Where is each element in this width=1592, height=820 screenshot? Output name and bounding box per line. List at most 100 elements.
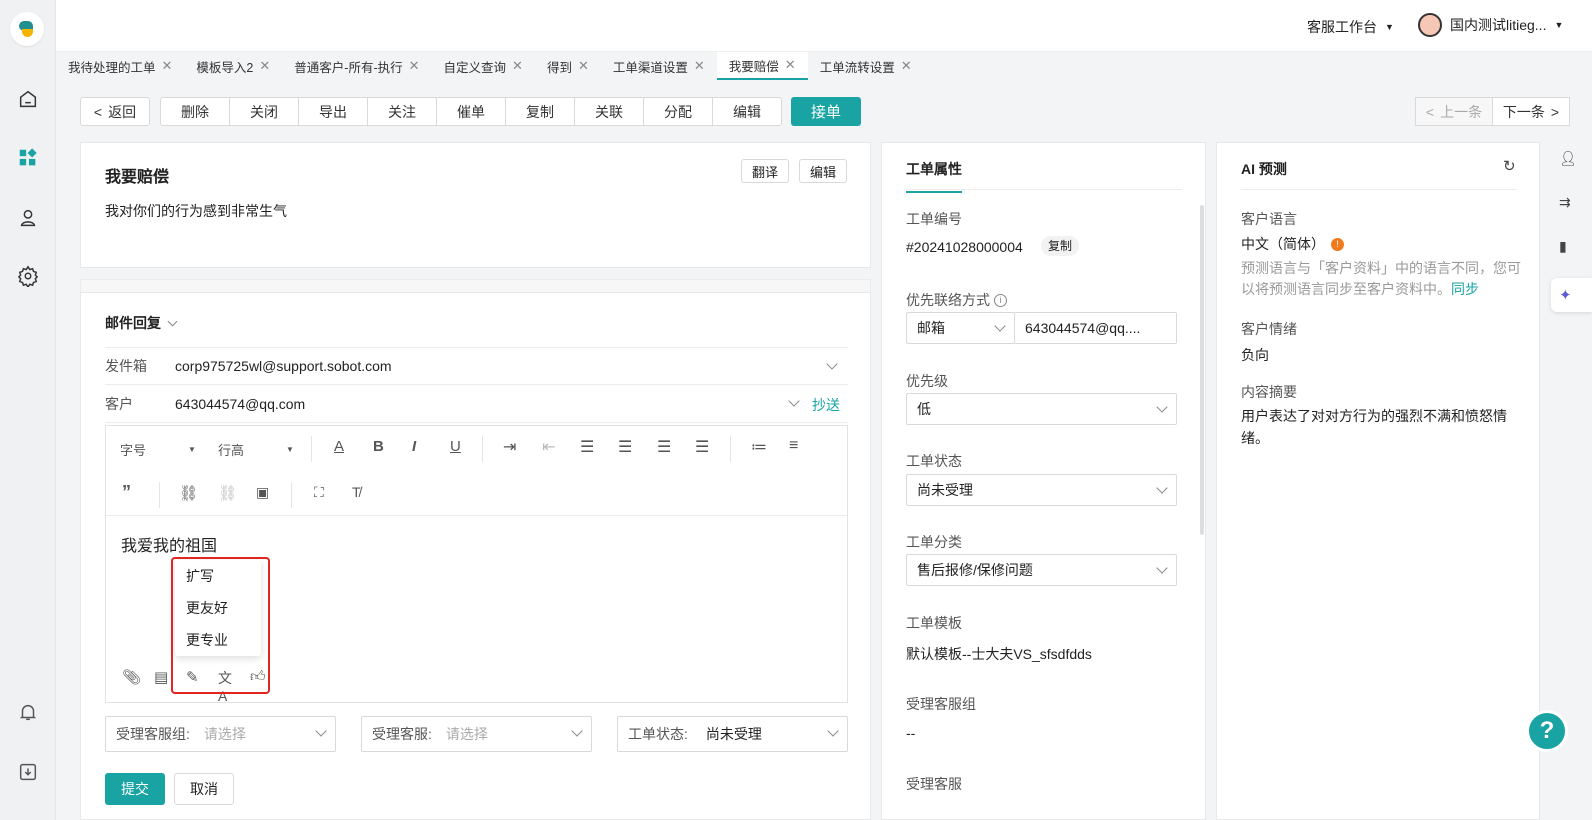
accept-button[interactable]: 接单 <box>791 97 861 126</box>
align-center-icon[interactable]: ☰ <box>618 437 632 457</box>
chevron-down-icon[interactable] <box>826 358 838 370</box>
link-icon[interactable]: ⛓ <box>179 484 198 502</box>
unlink-icon[interactable]: ⛓ <box>218 484 237 502</box>
close-button[interactable]: 关闭 <box>229 97 299 126</box>
ordered-list-icon[interactable]: ≡ <box>789 437 798 455</box>
line-height-select[interactable]: 行高 ▼ <box>218 440 294 459</box>
close-icon[interactable]: ✕ <box>578 58 589 74</box>
properties-panel: 工单属性 工单编号 #20241028000004 复制 优先联络方式 i 邮箱 … <box>881 142 1206 820</box>
attachment-icon[interactable]: 📎︎ <box>122 668 141 686</box>
prev-button[interactable]: < 上一条 <box>1415 97 1493 126</box>
settings-icon[interactable] <box>14 262 42 290</box>
underline-icon[interactable]: U <box>450 438 461 455</box>
close-icon[interactable]: ✕ <box>785 57 796 73</box>
share-icon[interactable]: ⇉ <box>1559 194 1571 211</box>
tab-properties[interactable]: 工单属性 <box>906 159 962 193</box>
user-icon[interactable] <box>14 204 42 232</box>
person-icon[interactable]: 👤︎ <box>1559 150 1577 167</box>
cancel-button[interactable]: 取消 <box>174 773 234 805</box>
template-icon[interactable]: ▤ <box>154 668 168 686</box>
status-select[interactable]: 尚未受理 <box>906 474 1177 506</box>
agent-group-select[interactable]: 受理客服组: 请选择 <box>105 716 336 752</box>
indent-icon[interactable]: ⇥ <box>503 437 516 457</box>
info-icon[interactable]: i <box>994 293 1007 307</box>
priority-value: 低 <box>917 401 931 417</box>
close-icon[interactable]: ✕ <box>259 58 270 74</box>
divider <box>730 436 731 462</box>
ai-sparkle-icon[interactable]: ✦ <box>1551 278 1592 312</box>
ticket-status-select[interactable]: 工单状态: 尚未受理 <box>617 716 848 752</box>
user-menu[interactable]: 国内测试litieg... ▼ <box>1418 13 1563 37</box>
cc-link[interactable]: 抄送 <box>812 395 840 415</box>
download-icon[interactable] <box>14 758 42 786</box>
align-left-icon[interactable]: ☰ <box>580 437 594 457</box>
fullscreen-icon[interactable]: ⛶ <box>314 484 324 501</box>
bell-icon[interactable] <box>14 698 42 726</box>
help-icon[interactable]: ? <box>1526 710 1568 752</box>
outdent-icon[interactable]: ⇤ <box>542 437 555 457</box>
reply-mode-select[interactable]: 邮件回复 <box>105 313 178 333</box>
scrollbar[interactable] <box>1200 205 1204 535</box>
font-size-select[interactable]: 字号 ▼ <box>120 440 196 459</box>
tab-7[interactable]: 工单流转设置 ✕ <box>808 52 924 80</box>
lang-value: 中文（简体） <box>1241 236 1325 252</box>
left-sidebar <box>0 0 56 820</box>
close-icon[interactable]: ✕ <box>512 58 523 74</box>
edit-button[interactable]: 编辑 <box>712 97 782 126</box>
agent-select[interactable]: 受理客服: 请选择 <box>361 716 592 752</box>
to-value: 643044574@qq.com <box>175 395 306 412</box>
assign-button[interactable]: 分配 <box>643 97 713 126</box>
font-color-icon[interactable]: A <box>334 438 344 455</box>
apps-icon[interactable] <box>14 144 42 172</box>
clear-format-icon[interactable]: T̸ <box>352 484 361 500</box>
submit-button[interactable]: 提交 <box>105 773 165 805</box>
link-button[interactable]: 关联 <box>574 97 644 126</box>
chevron-down-icon[interactable] <box>788 395 800 407</box>
close-icon[interactable]: ✕ <box>694 58 705 74</box>
next-label: 下一条 <box>1502 103 1545 120</box>
edit-ticket-button[interactable]: 编辑 <box>799 159 847 183</box>
export-button[interactable]: 导出 <box>298 97 368 126</box>
close-icon[interactable]: ✕ <box>409 58 420 74</box>
app-logo[interactable] <box>10 12 44 46</box>
back-button[interactable]: < 返回 <box>80 97 150 126</box>
bold-icon[interactable]: B <box>373 438 384 455</box>
delete-button[interactable]: 删除 <box>160 97 230 126</box>
image-icon[interactable]: ▣ <box>256 484 269 501</box>
tab-0[interactable]: 我待处理的工单 ✕ <box>56 52 184 80</box>
italic-icon[interactable]: I <box>412 438 416 455</box>
tab-5[interactable]: 工单渠道设置 ✕ <box>601 52 717 80</box>
chevron-left-icon: < <box>93 103 103 120</box>
category-select[interactable]: 售后报修/保修问题 <box>906 554 1177 586</box>
from-row[interactable]: 发件箱 corp975725wl@support.sobot.com <box>105 347 848 385</box>
close-icon[interactable]: ✕ <box>162 58 173 74</box>
priority-select[interactable]: 低 <box>906 393 1177 425</box>
home-icon[interactable] <box>14 85 42 113</box>
workspace-switcher[interactable]: 客服工作台 ▼ <box>1307 17 1394 37</box>
tab-3[interactable]: 自定义查询 ✕ <box>432 52 535 80</box>
bullet-list-icon[interactable]: ≔ <box>751 437 767 457</box>
quote-icon[interactable]: ” <box>122 482 131 503</box>
to-label: 客户 <box>105 395 133 412</box>
refresh-icon[interactable]: ↻ <box>1503 157 1516 175</box>
tab-6[interactable]: 我要赔偿 ✕ <box>716 52 808 80</box>
book-icon[interactable]: ▮ <box>1559 238 1567 255</box>
next-button[interactable]: 下一条 > <box>1492 97 1570 126</box>
from-value: corp975725wl@support.sobot.com <box>175 358 392 374</box>
tab-1[interactable]: 模板导入2 ✕ <box>184 52 282 80</box>
sync-link[interactable]: 同步 <box>1451 281 1479 297</box>
copy-button[interactable]: 复制 <box>505 97 575 126</box>
translate-button[interactable]: 翻译 <box>741 159 789 183</box>
align-right-icon[interactable]: ☰ <box>657 437 671 457</box>
close-icon[interactable]: ✕ <box>901 58 912 74</box>
follow-button[interactable]: 关注 <box>367 97 437 126</box>
to-row[interactable]: 客户 643044574@qq.com 抄送 <box>105 385 848 423</box>
urge-button[interactable]: 催单 <box>436 97 506 126</box>
tab-2[interactable]: 普通客户-所有-执行 ✕ <box>282 52 431 80</box>
tab-4[interactable]: 得到 ✕ <box>535 52 601 80</box>
editor-body[interactable]: 我爱我的祖国 <box>121 532 217 556</box>
contact-value-input[interactable]: 643044574@qq.... <box>1014 312 1177 344</box>
copy-number-button[interactable]: 复制 <box>1041 236 1080 256</box>
contact-type-select[interactable]: 邮箱 <box>906 312 1015 344</box>
justify-icon[interactable]: ☰ <box>695 437 709 457</box>
